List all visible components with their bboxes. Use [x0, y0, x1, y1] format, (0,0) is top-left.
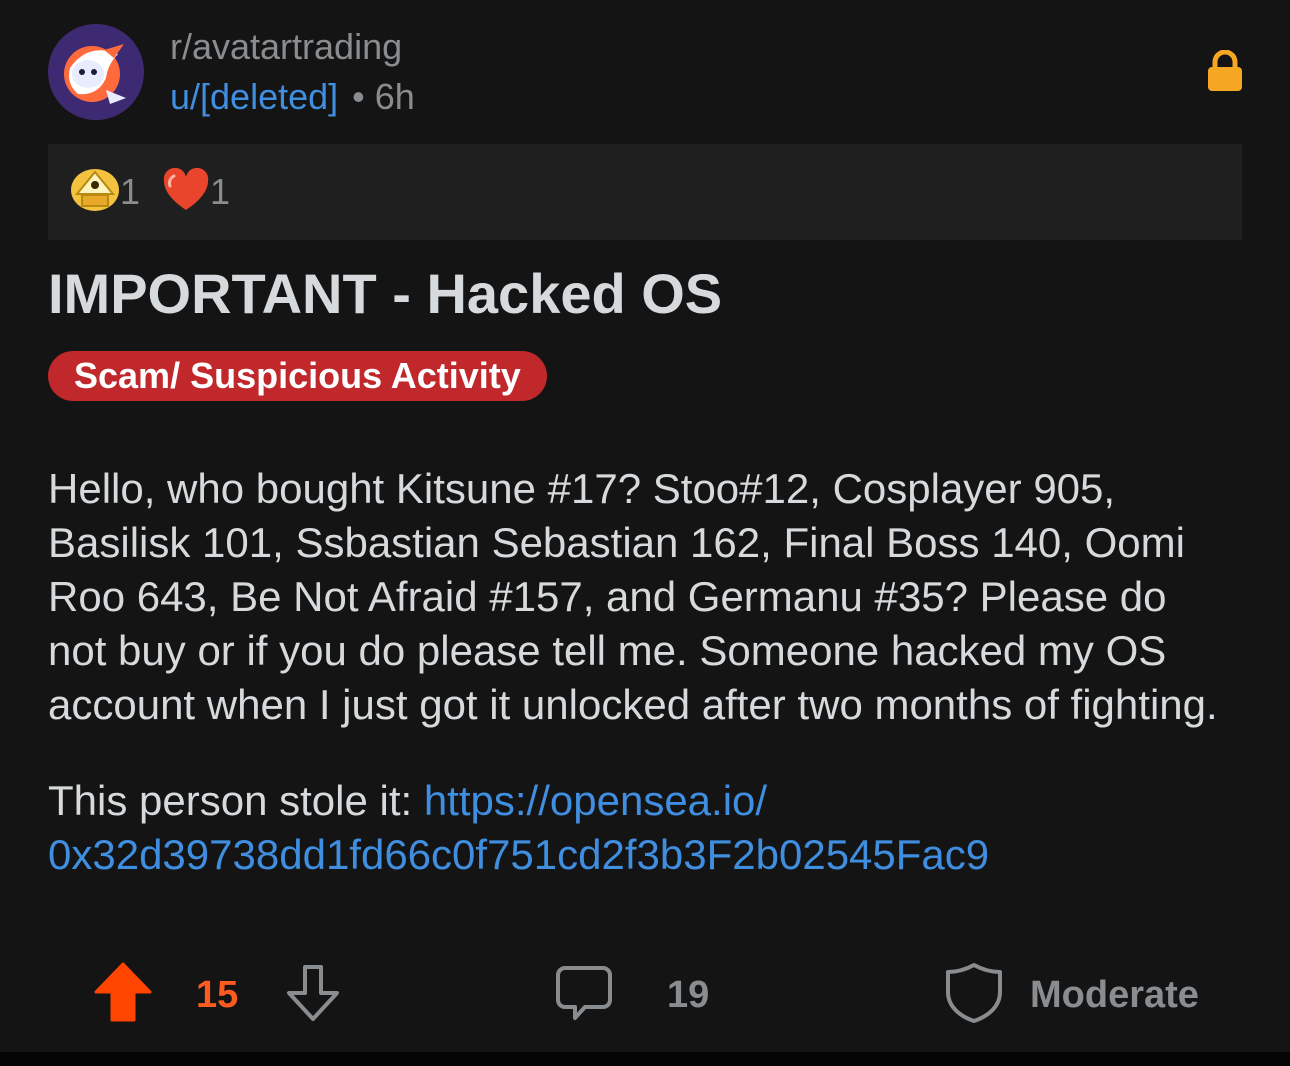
action-bar: 15 19 Moderate: [0, 960, 1290, 1030]
comment-count: 19: [667, 974, 710, 1016]
body-paragraph: This person stole it: https://opensea.io…: [48, 774, 1228, 882]
gold-temple-award-icon: [70, 168, 120, 217]
comments-button[interactable]: [555, 964, 613, 1022]
shield-icon: [946, 963, 1002, 1023]
post-flair[interactable]: Scam/ Suspicious Activity: [48, 351, 547, 401]
moderate-label[interactable]: Moderate: [1030, 974, 1199, 1016]
vote-score: 15: [196, 974, 239, 1016]
author-link[interactable]: u/[deleted]: [170, 76, 338, 117]
post-age: 6h: [374, 76, 415, 117]
moderate-button[interactable]: [945, 962, 1003, 1024]
opensea-link-address[interactable]: 0x32d39738dd1fd66c0f751cd2f3b3F2b02545Fa…: [48, 831, 989, 878]
post-card: r/avatartrading u/[deleted] • 6h 1 1 IMP…: [0, 0, 1290, 1052]
post-meta: u/[deleted] • 6h: [170, 76, 415, 118]
body-paragraph: Hello, who bought Kitsune #17? Stoo#12, …: [48, 465, 1218, 728]
award-count: 1: [210, 171, 231, 212]
lock-icon: [1205, 49, 1245, 92]
award-item[interactable]: 1: [70, 168, 141, 217]
awards-bar[interactable]: 1 1: [48, 144, 1242, 240]
subreddit-name[interactable]: r/avatartrading: [170, 26, 402, 68]
post-title[interactable]: IMPORTANT - Hacked OS: [48, 262, 722, 326]
heart-award-icon: [162, 167, 210, 217]
upvote-arrow-icon: [94, 962, 152, 1022]
downvote-button[interactable]: [285, 964, 341, 1022]
award-item[interactable]: 1: [162, 167, 231, 217]
body-text-prefix: This person stole it:: [48, 777, 424, 824]
opensea-link[interactable]: https://opensea.io/: [424, 777, 767, 824]
meta-separator: •: [352, 76, 365, 117]
comment-bubble-icon: [556, 966, 612, 1020]
upvote-button[interactable]: [94, 962, 152, 1022]
subreddit-avatar-icon[interactable]: [48, 24, 144, 120]
downvote-arrow-icon: [287, 965, 339, 1021]
award-count: 1: [120, 171, 141, 212]
bottom-divider: [0, 1052, 1290, 1066]
post-body: Hello, who bought Kitsune #17? Stoo#12, …: [48, 462, 1228, 882]
